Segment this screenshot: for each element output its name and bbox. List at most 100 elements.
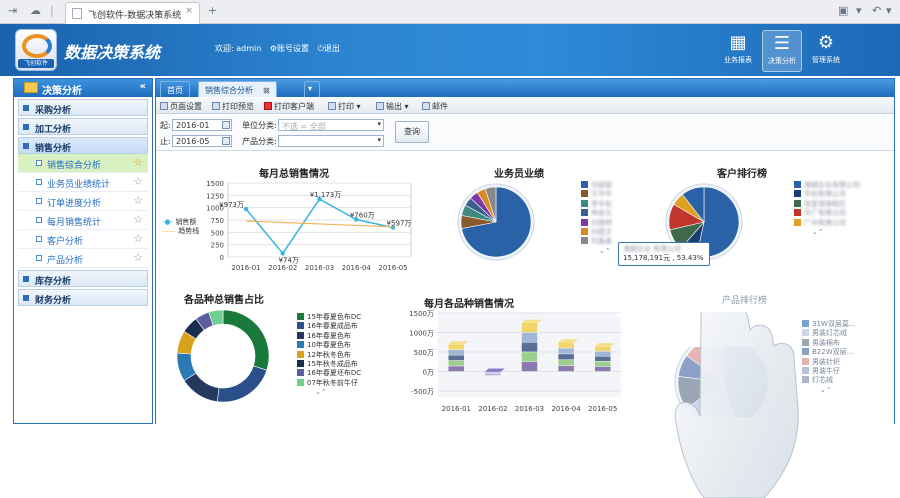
page-setup-icon <box>160 102 168 110</box>
legend-item[interactable]: 张家港保税区 <box>794 199 860 209</box>
dropdown-icon[interactable]: ▾ <box>856 4 862 17</box>
legend-item[interactable]: 华广有限公司 <box>794 209 860 218</box>
dropdown-icon[interactable]: ▾ <box>886 4 892 17</box>
sidebar-item-monthly-sales[interactable]: 每月销售统计 ☆ <box>18 211 148 230</box>
close-icon[interactable]: ⊠ <box>263 86 270 95</box>
group-label: 销售分析 <box>35 144 72 154</box>
user-bar: 欢迎: admin ⚙账号设置 ⏻退出 <box>215 43 346 54</box>
legend-item[interactable]: 广州有限公司 <box>794 218 860 228</box>
legend-item[interactable]: 07年秋冬前牛仔 <box>297 378 361 388</box>
star-icon[interactable]: ☆ <box>133 251 143 264</box>
x-tick-label: 2016-05 <box>588 405 617 413</box>
legend-swatch <box>297 313 304 320</box>
legend-pager-icon[interactable]: ⌄⌃ <box>581 247 612 256</box>
legend-label: 林泉光 <box>591 209 612 218</box>
legend-item[interactable]: 海越企业有限公司 <box>794 181 860 190</box>
star-icon[interactable]: ☆ <box>133 232 143 245</box>
calendar-icon[interactable] <box>222 137 230 145</box>
forward-back-icon[interactable]: ⇥ <box>8 4 17 17</box>
legend-label: 销售额 <box>175 218 197 226</box>
legend-item[interactable]: 12年秋冬色布 <box>297 350 361 360</box>
pie-slice <box>216 365 268 403</box>
legend-item[interactable]: 10年春夏色布 <box>297 341 361 350</box>
tab-menu[interactable]: ▾ <box>304 81 320 97</box>
page-setup-button[interactable]: 页面设置 <box>160 101 202 112</box>
sidebar-group-purchase[interactable]: 采购分析 <box>18 99 148 116</box>
y-tick-label: 1000万 <box>409 330 434 338</box>
legend-item[interactable]: 李丰权 <box>581 199 612 209</box>
new-tab-icon[interactable]: + <box>208 4 217 17</box>
sidebar-group-processing[interactable]: 加工分析 <box>18 118 148 135</box>
y-tick-label: -500万 <box>411 388 434 396</box>
legend-item[interactable]: 16年春夏坯布DC <box>297 369 361 378</box>
logout-link[interactable]: ⏻退出 <box>318 44 340 53</box>
legend-item[interactable]: 林泉光 <box>581 209 612 218</box>
sidebar-item-sales-overview[interactable]: 销售综合分析 ☆ <box>18 154 148 173</box>
bar-segment <box>594 366 611 372</box>
legend-label: 12年秋冬色布 <box>307 350 351 359</box>
nav-system-management[interactable]: ⚙ 管理系统 <box>806 30 846 72</box>
window-icon[interactable]: ▣ <box>838 4 848 17</box>
legend-item[interactable]: 刘晶晶 <box>581 237 612 246</box>
print-client-button[interactable]: 打印客户端 <box>264 101 314 112</box>
star-icon[interactable]: ☆ <box>133 194 143 207</box>
legend-pager-icon[interactable]: ⌄⌃ <box>794 228 860 237</box>
legend-item[interactable]: 华创有限公司 <box>794 190 860 199</box>
sidebar-item-product-analysis[interactable]: 产品分析 ☆ <box>18 249 148 268</box>
legend-swatch <box>581 209 588 217</box>
sidebar-title: 决策分析 <box>42 86 82 97</box>
print-button[interactable]: 打印 ▾ <box>328 101 361 112</box>
legend-label: 趋势线 <box>178 227 200 236</box>
calendar-icon[interactable] <box>222 121 230 129</box>
star-icon[interactable]: ☆ <box>133 156 143 169</box>
mail-button[interactable]: 邮件 <box>422 101 448 112</box>
print-preview-button[interactable]: 打印预览 <box>212 101 254 112</box>
account-settings-link[interactable]: ⚙账号设置 <box>270 44 309 53</box>
main-panel: 首页 销售综合分析 ⊠ ▾ 页面设置 打印预览 打印客户端 打印 ▾ 输出 ▾ 邮… <box>155 78 895 498</box>
product-category-select[interactable]: ▾ <box>278 135 384 147</box>
legend-item[interactable]: 16年春夏成品布 <box>297 322 361 331</box>
sidebar-item-customer-analysis[interactable]: 客户分析 ☆ <box>18 230 148 249</box>
query-button[interactable]: 查询 <box>395 121 429 143</box>
bar-segment <box>594 356 611 362</box>
collapse-icon[interactable]: « <box>140 81 146 92</box>
bar-segment <box>448 365 465 372</box>
start-date-input[interactable]: 2016-01 <box>172 119 232 131</box>
cloud-icon[interactable]: ☁ <box>30 4 41 17</box>
unit-category-select[interactable]: 不选 = 全部 ▾ <box>278 119 384 131</box>
bar-segment <box>557 342 575 349</box>
legend: 海越企业有限公司 华创有限公司 张家港保税区 华广有限公司 广州有限公司 ⌄⌃ <box>794 181 860 237</box>
undo-icon[interactable]: ↶ <box>872 4 881 17</box>
sidebar-group-finance[interactable]: 财务分析 <box>18 289 148 306</box>
legend-pager-icon[interactable]: ⌄⌃ <box>297 388 361 397</box>
chart-title: 每月总销售情况 <box>259 169 329 180</box>
legend-item[interactable]: 刘斌斌 <box>581 181 612 190</box>
sidebar-item-order-progress[interactable]: 订单进度分析 ☆ <box>18 192 148 211</box>
button-label: 输出 <box>386 102 402 111</box>
legend-item[interactable]: 刘建明 <box>581 218 612 228</box>
tab-sales-overview[interactable]: 销售综合分析 ⊠ <box>198 81 277 97</box>
tab-home[interactable]: 首页 <box>160 81 190 97</box>
nav-decision-analysis[interactable]: ☰ 决策分析 <box>762 30 802 72</box>
legend-label: 15年秋冬成品布 <box>307 360 358 369</box>
x-tick-label: 2016-03 <box>305 264 334 272</box>
legend-item[interactable]: 15年春夏色布DC <box>297 313 361 322</box>
export-button[interactable]: 输出 ▾ <box>376 101 409 112</box>
legend-item[interactable]: 16年春夏色布 <box>297 331 361 341</box>
legend: 15年春夏色布DC 16年春夏成品布 16年春夏色布 10年春夏色布 12年秋冬色布 15… <box>297 313 361 398</box>
star-icon[interactable]: ☆ <box>133 175 143 188</box>
nav-business-reports[interactable]: ▦ 业务报表 <box>718 30 758 72</box>
end-date-input[interactable]: 2016-05 <box>172 135 232 147</box>
sidebar-group-inventory[interactable]: 库存分析 <box>18 270 148 287</box>
close-icon[interactable]: × <box>185 6 193 16</box>
start-date-value: 2016-01 <box>176 121 210 130</box>
sidebar-item-salesman-stats[interactable]: 业务员业绩统计 ☆ <box>18 173 148 192</box>
y-tick-label: 1500 <box>206 180 224 188</box>
series-line <box>245 220 394 228</box>
y-tick-label: 500万 <box>414 349 434 357</box>
sidebar-group-sales[interactable]: 销售分析 <box>18 137 148 154</box>
start-label: 起: <box>160 121 171 130</box>
star-icon[interactable]: ☆ <box>133 213 143 226</box>
legend-item[interactable]: 王华华 <box>581 190 612 199</box>
browser-tab[interactable]: 飞创软件-数据决策系统 × <box>65 2 200 24</box>
